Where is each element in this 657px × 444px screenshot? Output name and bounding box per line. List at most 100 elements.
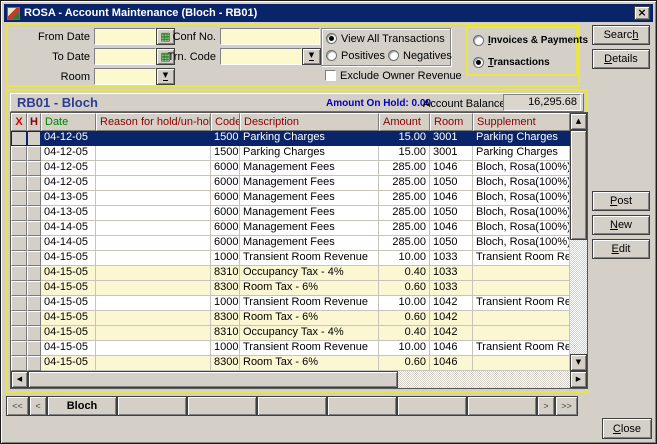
table-row[interactable]: 04-14-056000Management Fees285.001050Blo…: [11, 236, 570, 251]
row-h-cell[interactable]: [27, 356, 41, 371]
row-x-cell[interactable]: [11, 266, 27, 281]
column-header-room[interactable]: Room: [430, 113, 473, 131]
account-tab-bloch[interactable]: Bloch: [47, 396, 117, 416]
column-header-supplement[interactable]: Supplement: [473, 113, 570, 131]
horizontal-scroll-thumb[interactable]: [28, 371, 398, 388]
account-tab-empty[interactable]: [187, 396, 257, 416]
radio-icon[interactable]: [326, 50, 337, 61]
vertical-scrollbar[interactable]: ▲ ▼: [570, 113, 587, 371]
close-button[interactable]: Close: [602, 418, 652, 439]
table-row[interactable]: 04-15-051000Transient Room Revenue10.001…: [11, 296, 570, 311]
column-header-description[interactable]: Description: [240, 113, 379, 131]
trn-code-dropdown-button[interactable]: ▼: [302, 48, 321, 65]
first-account-button[interactable]: <<: [6, 396, 29, 416]
row-h-cell[interactable]: [27, 326, 41, 341]
scroll-left-button[interactable]: ◀: [11, 371, 28, 388]
table-row[interactable]: 04-15-051000Transient Room Revenue10.001…: [11, 341, 570, 356]
radio-icon[interactable]: [473, 57, 484, 68]
room-dropdown-button[interactable]: ▼: [156, 68, 175, 85]
row-h-cell[interactable]: [27, 146, 41, 161]
column-header-reason-for-hold-un-hold[interactable]: Reason for hold/un-hold: [96, 113, 211, 131]
row-h-cell[interactable]: [27, 161, 41, 176]
table-row[interactable]: 04-15-058300Room Tax - 6%0.601033: [11, 281, 570, 296]
scroll-up-button[interactable]: ▲: [570, 113, 587, 130]
window-close-button[interactable]: ×: [634, 6, 650, 20]
exclude-owner-revenue-checkbox[interactable]: Exclude Owner Revenue: [325, 69, 462, 82]
column-header-h[interactable]: H: [27, 113, 41, 131]
table-row[interactable]: 04-15-058300Room Tax - 6%0.601042: [11, 311, 570, 326]
column-header-amount[interactable]: Amount: [379, 113, 430, 131]
row-h-cell[interactable]: [27, 281, 41, 296]
table-row[interactable]: 04-13-056000Management Fees285.001050Blo…: [11, 206, 570, 221]
new-button[interactable]: New: [592, 215, 650, 235]
table-row[interactable]: 04-15-058310Occupancy Tax - 4%0.401033: [11, 266, 570, 281]
row-x-cell[interactable]: [11, 356, 27, 371]
vertical-scroll-thumb[interactable]: [570, 130, 587, 240]
row-h-cell[interactable]: [27, 296, 41, 311]
row-x-cell[interactable]: [11, 146, 27, 161]
scroll-down-button[interactable]: ▼: [570, 354, 587, 371]
to-date-input[interactable]: [94, 48, 156, 65]
account-tab-empty[interactable]: [467, 396, 537, 416]
account-tab-empty[interactable]: [327, 396, 397, 416]
row-x-cell[interactable]: [11, 326, 27, 341]
row-x-cell[interactable]: [11, 191, 27, 206]
row-x-cell[interactable]: [11, 161, 27, 176]
row-x-cell[interactable]: [11, 281, 27, 296]
search-button[interactable]: Search: [592, 25, 650, 45]
radio-icon[interactable]: [326, 33, 337, 44]
row-x-cell[interactable]: [11, 251, 27, 266]
conf-no-input[interactable]: [220, 28, 320, 45]
table-row[interactable]: 04-13-056000Management Fees285.001046Blo…: [11, 191, 570, 206]
column-header-x[interactable]: X: [11, 113, 27, 131]
from-date-input[interactable]: [94, 28, 156, 45]
horizontal-scrollbar[interactable]: ◀ ▶: [11, 371, 587, 388]
post-button[interactable]: Post: [592, 191, 650, 211]
radio-icon[interactable]: [473, 35, 484, 46]
row-x-cell[interactable]: [11, 311, 27, 326]
row-h-cell[interactable]: [27, 251, 41, 266]
radio-transactions[interactable]: Transactions: [473, 56, 550, 69]
account-tab-empty[interactable]: [397, 396, 467, 416]
row-h-cell[interactable]: [27, 236, 41, 251]
table-row[interactable]: 04-12-056000Management Fees285.001050Blo…: [11, 176, 570, 191]
table-row[interactable]: 04-12-051500Parking Charges15.003001Park…: [11, 146, 570, 161]
row-x-cell[interactable]: [11, 236, 27, 251]
radio-positives[interactable]: Positives: [326, 49, 385, 62]
radio-negatives[interactable]: Negatives: [388, 49, 452, 62]
row-x-cell[interactable]: [11, 206, 27, 221]
table-row[interactable]: 04-15-051000Transient Room Revenue10.001…: [11, 251, 570, 266]
trn-code-input[interactable]: [220, 48, 302, 65]
table-row[interactable]: 04-15-058300Room Tax - 6%0.601046: [11, 356, 570, 371]
table-row[interactable]: 04-14-056000Management Fees285.001046Blo…: [11, 221, 570, 236]
details-button[interactable]: Details: [592, 49, 650, 69]
row-x-cell[interactable]: [11, 221, 27, 236]
row-h-cell[interactable]: [27, 176, 41, 191]
last-account-button[interactable]: >>: [555, 396, 578, 416]
row-h-cell[interactable]: [27, 131, 41, 146]
table-row[interactable]: 04-12-051500Parking Charges15.003001Park…: [11, 131, 570, 146]
room-input[interactable]: [94, 68, 156, 85]
row-h-cell[interactable]: [27, 191, 41, 206]
title-bar[interactable]: ROSA - Account Maintenance (Bloch - RB01…: [4, 4, 653, 22]
table-row[interactable]: 04-15-058310Occupancy Tax - 4%0.401042: [11, 326, 570, 341]
radio-invoices-payments[interactable]: Invoices & Payments: [473, 34, 588, 47]
row-h-cell[interactable]: [27, 221, 41, 236]
row-x-cell[interactable]: [11, 131, 27, 146]
scroll-right-button[interactable]: ▶: [570, 371, 587, 388]
radio-view-all-transactions[interactable]: View All Transactions: [326, 32, 445, 45]
previous-account-button[interactable]: <: [29, 396, 47, 416]
account-tab-empty[interactable]: [117, 396, 187, 416]
row-x-cell[interactable]: [11, 176, 27, 191]
row-h-cell[interactable]: [27, 266, 41, 281]
account-tab-empty[interactable]: [257, 396, 327, 416]
next-account-button[interactable]: >: [537, 396, 555, 416]
table-row[interactable]: 04-12-056000Management Fees285.001046Blo…: [11, 161, 570, 176]
row-h-cell[interactable]: [27, 311, 41, 326]
column-header-date[interactable]: Date: [41, 113, 96, 131]
row-x-cell[interactable]: [11, 296, 27, 311]
column-header-code[interactable]: Code: [211, 113, 240, 131]
checkbox-icon[interactable]: [325, 70, 336, 81]
row-x-cell[interactable]: [11, 341, 27, 356]
row-h-cell[interactable]: [27, 206, 41, 221]
